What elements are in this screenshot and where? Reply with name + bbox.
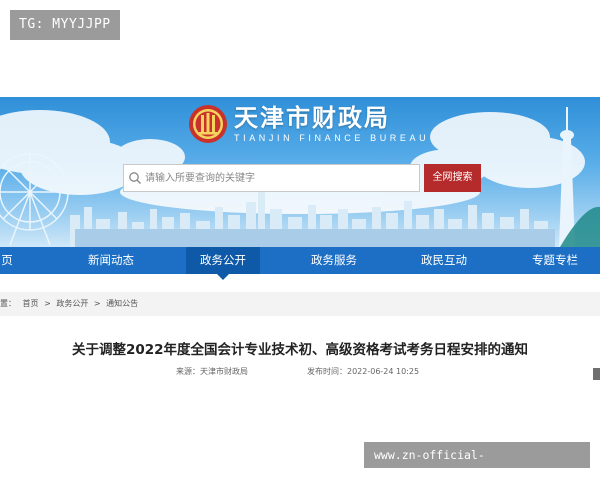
search-button[interactable]: 全网搜索 <box>424 164 481 192</box>
site-name-en: TIANJIN FINANCE BUREAU <box>234 133 430 143</box>
site-logo[interactable]: 天津市财政局 TIANJIN FINANCE BUREAU <box>188 102 429 146</box>
nav-item-gov-services[interactable]: 政务服务 <box>301 247 367 274</box>
overlay-bottom-tag: www.zn-official-kaiyunsports.com <box>364 442 590 480</box>
breadcrumb-item-home[interactable]: 首页 <box>23 292 39 316</box>
breadcrumb-separator: > <box>44 299 51 308</box>
main-nav: 页 新闻动态 政务公开 政务服务 政民互动 专题专栏 <box>0 247 600 280</box>
header-banner: 天津市财政局 TIANJIN FINANCE BUREAU 全网搜索 <box>0 97 600 247</box>
breadcrumb-item-notices[interactable]: 通知公告 <box>106 292 138 316</box>
overlay-top-tag: TG: MYYJJPP <box>10 10 120 40</box>
search-box <box>123 164 420 192</box>
breadcrumb: 置： 首页 > 政务公开 > 通知公告 <box>0 292 600 316</box>
nav-item-special-topics[interactable]: 专题专栏 <box>522 247 588 274</box>
breadcrumb-item-gov-affairs[interactable]: 政务公开 <box>56 292 88 316</box>
breadcrumb-separator: > <box>93 299 101 308</box>
emblem-icon <box>189 105 227 143</box>
breadcrumb-prefix: 置： <box>0 299 16 308</box>
search-input[interactable] <box>145 166 415 190</box>
search-icon <box>129 172 141 184</box>
nav-item-gov-affairs[interactable]: 政务公开 <box>186 247 260 280</box>
nav-item-news[interactable]: 新闻动态 <box>78 247 144 274</box>
side-scroll-marker[interactable] <box>593 368 600 380</box>
article-title: 关于调整2022年度全国会计专业技术初、高级资格考试考务日程安排的通知 <box>71 342 529 358</box>
nav-item-home[interactable]: 页 <box>0 247 14 274</box>
article-date: 发布时间：2022-06-24 10:25 <box>307 367 420 376</box>
site-name-cn: 天津市财政局 <box>234 104 390 132</box>
article-source: 来源：天津市财政局 <box>176 367 248 376</box>
nav-item-interaction[interactable]: 政民互动 <box>411 247 477 274</box>
